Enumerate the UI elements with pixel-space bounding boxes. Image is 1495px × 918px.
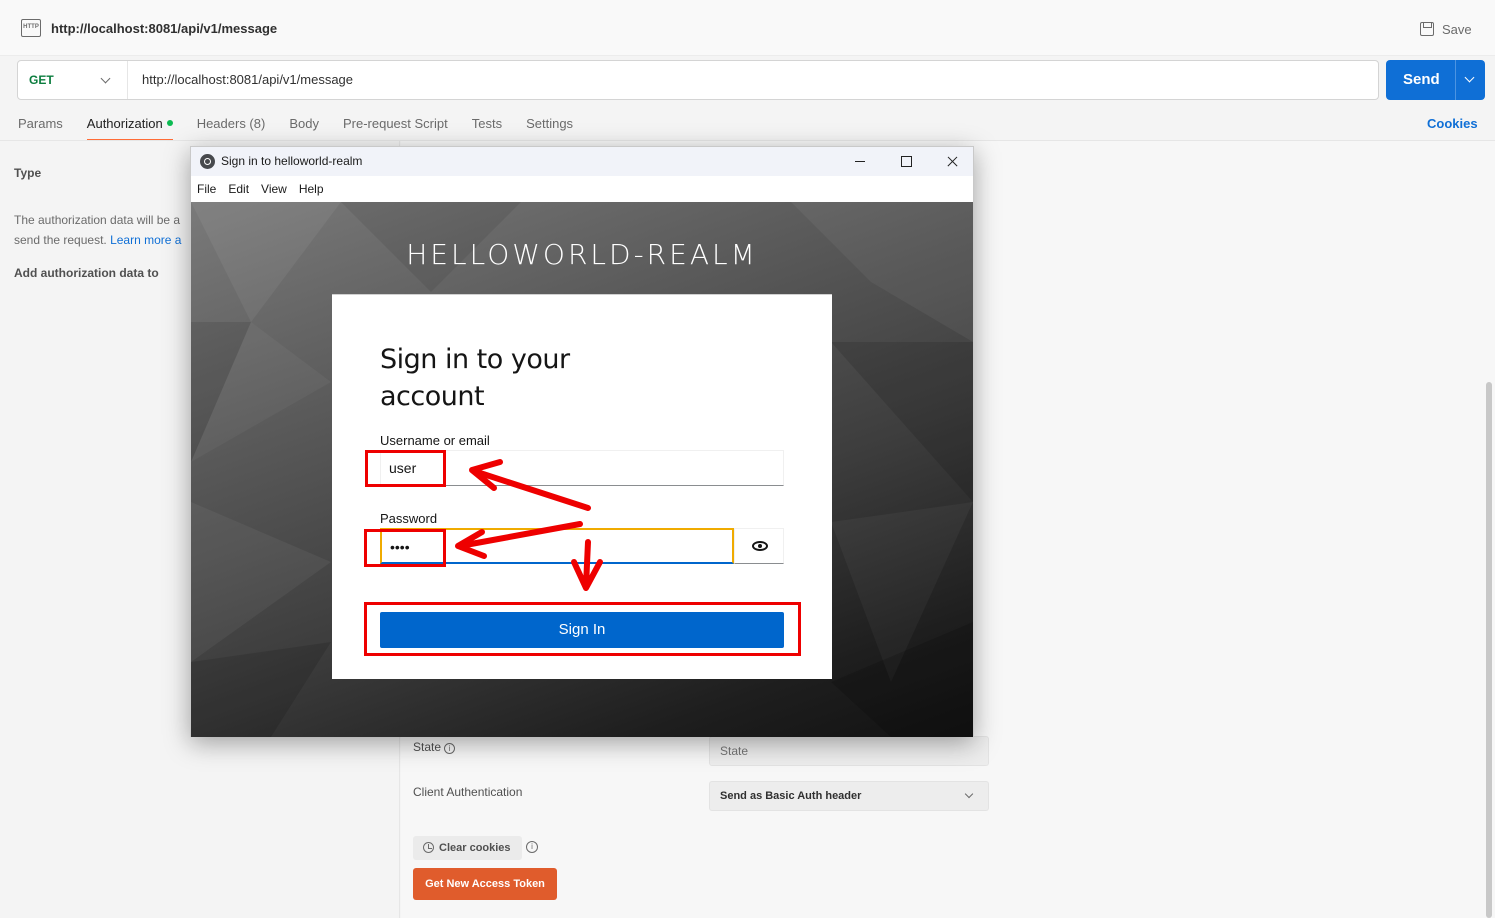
type-label: Type <box>14 166 42 180</box>
send-label: Send <box>1403 71 1440 88</box>
highlight-username-box <box>365 450 446 487</box>
tab-tests[interactable]: Tests <box>472 116 502 140</box>
request-title[interactable]: http://localhost:8081/api/v1/message <box>51 21 277 36</box>
tab-body[interactable]: Body <box>289 116 319 140</box>
auth-description: The authorization data will be a send th… <box>14 210 190 250</box>
get-new-access-token-button[interactable]: Get New Access Token <box>413 868 557 900</box>
url-bar: GET <box>17 60 1379 100</box>
app-icon <box>200 154 215 169</box>
add-auth-label: Add authorization data to <box>14 266 159 280</box>
save-icon <box>1420 22 1434 36</box>
highlight-password-box <box>364 529 446 567</box>
clock-icon <box>423 842 434 853</box>
info-icon[interactable]: i <box>444 743 456 754</box>
window-titlebar[interactable]: Sign in to helloworld-realm <box>191 147 973 176</box>
tab-headers[interactable]: Headers (8) <box>197 116 266 140</box>
chevron-down-icon <box>100 73 111 84</box>
request-tabs: Params Authorization Headers (8) Body Pr… <box>18 116 597 141</box>
window-title: Sign in to helloworld-realm <box>221 154 363 168</box>
state-label: State i <box>413 740 456 754</box>
tab-authorization[interactable]: Authorization <box>86 116 173 141</box>
send-button[interactable]: Send <box>1386 60 1485 100</box>
clear-cookies-label: Clear cookies <box>439 842 511 854</box>
username-label: Username or email <box>380 433 490 448</box>
auth-desc-line1: The authorization data will be a <box>14 213 181 227</box>
save-button[interactable]: Save <box>1420 19 1472 39</box>
maximize-icon[interactable] <box>883 147 929 176</box>
scrollbar[interactable] <box>1486 382 1492 918</box>
learn-more-link[interactable]: Learn more a <box>110 233 181 247</box>
menu-bar: File Edit View Help <box>191 176 973 202</box>
minimize-icon[interactable] <box>837 147 883 176</box>
active-dot-icon <box>166 120 173 126</box>
method-label: GET <box>29 73 54 87</box>
tab-params[interactable]: Params <box>18 116 63 140</box>
info-icon[interactable]: i <box>526 841 538 853</box>
auth-desc-text: send the request. <box>14 233 107 247</box>
tab-pre-request-script[interactable]: Pre-request Script <box>343 116 448 140</box>
clear-cookies-button[interactable]: Clear cookies <box>413 836 522 860</box>
method-select[interactable]: GET <box>18 61 128 99</box>
request-tab-bar: HTTP http://localhost:8081/api/v1/messag… <box>0 0 1495 56</box>
chevron-down-icon <box>964 789 974 799</box>
password-label: Password <box>380 511 438 526</box>
menu-view[interactable]: View <box>261 182 287 196</box>
state-input[interactable] <box>709 736 989 766</box>
show-password-button[interactable] <box>734 528 784 564</box>
save-label: Save <box>1442 21 1472 37</box>
http-icon: HTTP <box>21 19 41 37</box>
menu-edit[interactable]: Edit <box>228 182 249 196</box>
tab-authorization-label: Authorization <box>86 116 163 131</box>
close-icon[interactable] <box>929 147 975 176</box>
eye-icon <box>752 541 768 551</box>
url-input[interactable] <box>142 61 1242 99</box>
client-auth-label: Client Authentication <box>413 785 523 799</box>
client-auth-select[interactable]: Send as Basic Auth header <box>709 781 989 811</box>
menu-file[interactable]: File <box>197 182 216 196</box>
cookies-link[interactable]: Cookies <box>1427 116 1478 131</box>
menu-help[interactable]: Help <box>299 182 324 196</box>
tab-settings[interactable]: Settings <box>526 116 573 140</box>
chevron-down-icon[interactable] <box>1464 72 1475 83</box>
login-heading: Sign in to your account <box>380 344 570 412</box>
highlight-signin-box <box>364 602 801 656</box>
send-divider <box>1455 60 1456 100</box>
state-label-text: State <box>413 740 442 754</box>
login-background: HELLOWORLD-REALM Sign in to your account… <box>191 202 973 737</box>
auth-desc-line2: send the request. Learn more a <box>14 230 190 250</box>
realm-name: HELLOWORLD-REALM <box>406 238 758 271</box>
client-auth-value: Send as Basic Auth header <box>720 790 862 802</box>
